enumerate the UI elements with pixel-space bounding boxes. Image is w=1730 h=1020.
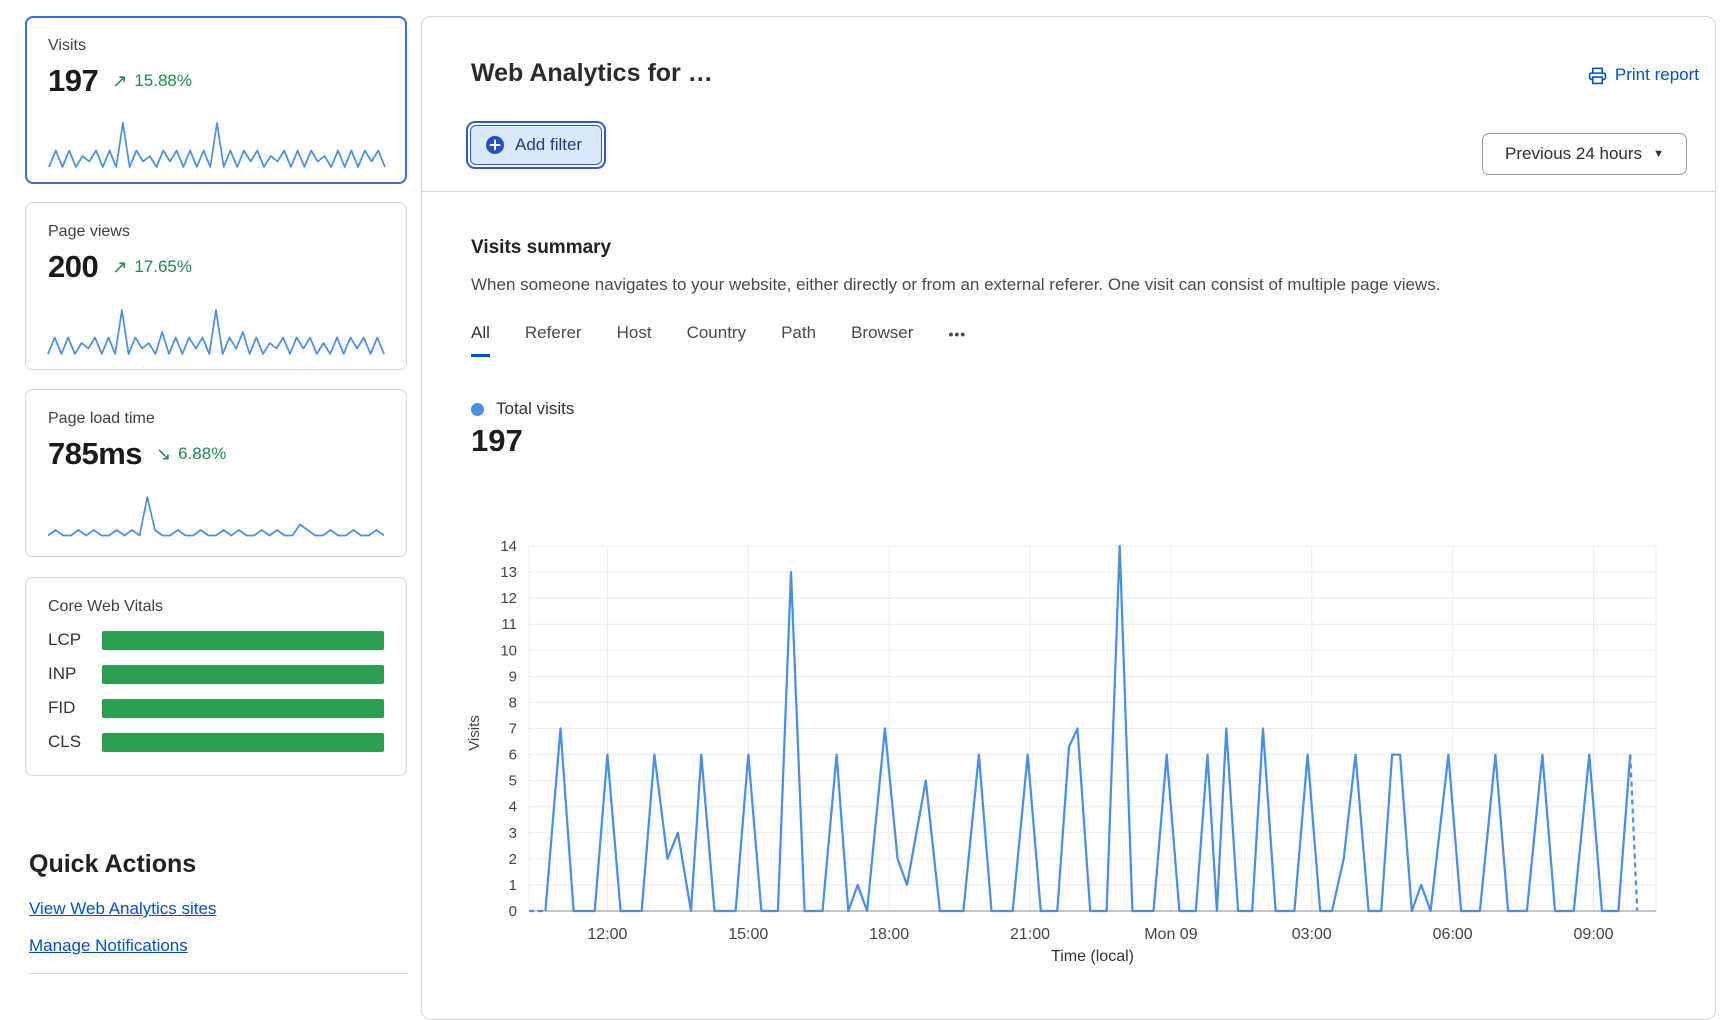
vital-label: FID bbox=[48, 698, 102, 718]
trend-percent: 6.88% bbox=[178, 444, 226, 464]
metric-trend: ↗ 15.88% bbox=[112, 71, 192, 91]
plus-circle-icon bbox=[485, 135, 505, 155]
svg-text:21:00: 21:00 bbox=[1010, 926, 1050, 943]
svg-text:Time (local): Time (local) bbox=[1051, 948, 1134, 965]
chevron-down-icon: ▼ bbox=[1653, 148, 1664, 160]
legend-label: Total visits bbox=[496, 399, 574, 419]
tab-referer[interactable]: Referer bbox=[525, 323, 582, 357]
main-panel: Web Analytics for … Print report Add fil… bbox=[421, 16, 1716, 1020]
tab-all[interactable]: All bbox=[471, 323, 490, 357]
svg-text:11: 11 bbox=[501, 616, 517, 633]
time-range-dropdown[interactable]: Previous 24 hours ▼ bbox=[1482, 133, 1687, 175]
svg-text:6: 6 bbox=[509, 747, 517, 764]
svg-text:09:00: 09:00 bbox=[1574, 926, 1614, 943]
sidebar-divider bbox=[29, 973, 407, 974]
vital-bar bbox=[102, 699, 384, 718]
page-load-sparkline bbox=[47, 493, 385, 543]
visits-summary-title: Visits summary bbox=[471, 237, 611, 259]
svg-text:2: 2 bbox=[509, 851, 517, 868]
svg-text:4: 4 bbox=[509, 799, 517, 816]
total-visits-value: 197 bbox=[471, 423, 523, 459]
svg-text:12:00: 12:00 bbox=[587, 926, 627, 943]
legend-dot-icon bbox=[471, 403, 484, 416]
quick-actions: Quick Actions View Web Analytics sites Ma… bbox=[29, 850, 407, 974]
svg-text:18:00: 18:00 bbox=[869, 926, 909, 943]
print-report-link[interactable]: Print report bbox=[1588, 65, 1699, 85]
add-filter-button[interactable]: Add filter bbox=[466, 121, 606, 169]
vital-bar bbox=[102, 631, 384, 650]
metric-value: 197 bbox=[48, 63, 98, 99]
chart-legend: Total visits bbox=[471, 399, 574, 419]
svg-text:03:00: 03:00 bbox=[1292, 926, 1332, 943]
core-web-vitals-rows: LCP INP FID CLS bbox=[48, 630, 384, 752]
print-report-label: Print report bbox=[1615, 65, 1699, 85]
svg-text:5: 5 bbox=[509, 773, 517, 790]
quick-action-link-view-sites[interactable]: View Web Analytics sites bbox=[29, 899, 216, 919]
trend-up-icon: ↗ bbox=[112, 258, 127, 276]
summary-tabs: All Referer Host Country Path Browser ••• bbox=[471, 323, 966, 357]
trend-percent: 15.88% bbox=[134, 71, 192, 91]
vital-row: FID bbox=[48, 698, 384, 718]
metric-card-page-load-time[interactable]: Page load time 785ms ↘ 6.88% bbox=[25, 389, 407, 557]
svg-text:Mon 09: Mon 09 bbox=[1144, 926, 1197, 943]
visits-line-chart: 0123456789101112131412:0015:0018:0021:00… bbox=[422, 531, 1717, 996]
vital-row: LCP bbox=[48, 630, 384, 650]
visits-sparkline bbox=[48, 119, 386, 169]
vital-bar bbox=[102, 733, 384, 752]
trend-up-icon: ↗ bbox=[112, 72, 127, 90]
svg-text:7: 7 bbox=[509, 721, 517, 738]
svg-text:10: 10 bbox=[500, 642, 517, 659]
metric-value: 785ms bbox=[48, 436, 142, 472]
metric-card-visits[interactable]: Visits 197 ↗ 15.88% bbox=[25, 16, 407, 184]
metric-label: Visits bbox=[48, 37, 384, 55]
svg-text:0: 0 bbox=[509, 903, 517, 920]
core-web-vitals-title: Core Web Vitals bbox=[48, 598, 384, 616]
core-web-vitals-card[interactable]: Core Web Vitals LCP INP FID CLS bbox=[25, 577, 407, 776]
tab-country[interactable]: Country bbox=[687, 323, 747, 357]
tab-path[interactable]: Path bbox=[781, 323, 816, 357]
tabs-overflow-icon[interactable]: ••• bbox=[948, 323, 966, 357]
metric-trend: ↗ 17.65% bbox=[112, 257, 192, 277]
quick-actions-title: Quick Actions bbox=[29, 850, 407, 879]
metric-card-page-views[interactable]: Page views 200 ↗ 17.65% bbox=[25, 202, 407, 370]
vital-row: CLS bbox=[48, 732, 384, 752]
svg-text:8: 8 bbox=[509, 694, 517, 711]
page-views-sparkline bbox=[47, 306, 385, 356]
time-range-label: Previous 24 hours bbox=[1505, 144, 1642, 164]
tab-browser[interactable]: Browser bbox=[851, 323, 913, 357]
header-divider bbox=[422, 191, 1715, 192]
metric-label: Page load time bbox=[48, 410, 384, 428]
add-filter-label: Add filter bbox=[515, 135, 582, 155]
vital-row: INP bbox=[48, 664, 384, 684]
svg-text:12: 12 bbox=[500, 590, 517, 607]
trend-percent: 17.65% bbox=[134, 257, 192, 277]
metric-label: Page views bbox=[48, 223, 384, 241]
svg-text:13: 13 bbox=[500, 564, 517, 581]
vital-label: INP bbox=[48, 664, 102, 684]
svg-text:1: 1 bbox=[509, 877, 517, 894]
svg-text:15:00: 15:00 bbox=[728, 926, 768, 943]
visits-summary-description: When someone navigates to your website, … bbox=[471, 275, 1440, 295]
vital-label: LCP bbox=[48, 630, 102, 650]
svg-text:14: 14 bbox=[500, 538, 517, 555]
metric-trend: ↘ 6.88% bbox=[156, 444, 226, 464]
svg-text:Visits: Visits bbox=[466, 715, 483, 751]
svg-text:3: 3 bbox=[509, 825, 517, 842]
quick-action-link-manage-notifications[interactable]: Manage Notifications bbox=[29, 936, 188, 956]
tab-host[interactable]: Host bbox=[617, 323, 652, 357]
printer-icon bbox=[1588, 66, 1607, 85]
trend-down-icon: ↘ bbox=[156, 445, 171, 463]
svg-text:06:00: 06:00 bbox=[1433, 926, 1473, 943]
metric-value: 200 bbox=[48, 249, 98, 285]
vital-bar bbox=[102, 665, 384, 684]
vital-label: CLS bbox=[48, 732, 102, 752]
page-title: Web Analytics for … bbox=[471, 59, 713, 88]
svg-text:9: 9 bbox=[509, 668, 517, 685]
